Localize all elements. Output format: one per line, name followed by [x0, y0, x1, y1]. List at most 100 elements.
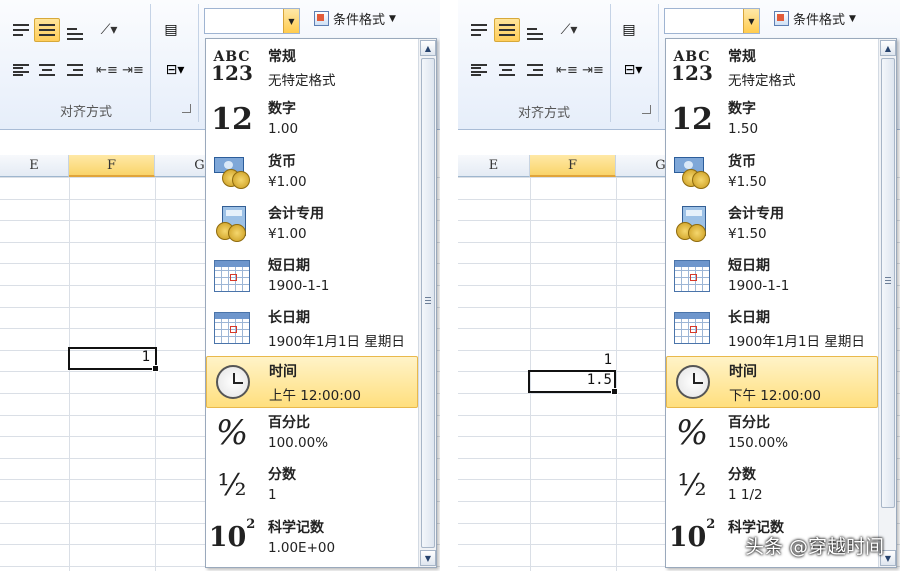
- format-option[interactable]: 会计专用 ¥1.00: [206, 199, 418, 251]
- number-format-dropdown[interactable]: ABC 123 常规 无特定格式 12 数字 1.50 货币 ¥1.50 会计专用 ¥1.50 短日…: [665, 38, 897, 568]
- format-option[interactable]: 12 数字 1.50: [666, 94, 878, 146]
- conditional-format-icon: [314, 11, 329, 26]
- format-sample: 1.50: [728, 121, 759, 138]
- format-option[interactable]: 短日期 1900-1-1: [666, 251, 878, 303]
- format-option[interactable]: 12 数字 1.00: [206, 94, 418, 146]
- column-header-f[interactable]: F: [530, 155, 616, 177]
- format-option[interactable]: 长日期 1900年1月1日 星期日: [206, 303, 418, 355]
- orientation-button[interactable]: ⟋▾: [556, 18, 582, 42]
- format-option[interactable]: ABC 123 常规 无特定格式: [206, 42, 418, 94]
- format-option[interactable]: 货币 ¥1.50: [666, 147, 878, 199]
- clock-icon: [213, 363, 253, 401]
- excel-window-right: ⟋▾ ⇤≡ ⇥≡ ▤ ⊟▾ 对齐方式 ▼ 条件格式 ▼ E F G 1 1.5 …: [458, 0, 900, 571]
- column-header-e[interactable]: E: [458, 155, 530, 177]
- format-option[interactable]: 货币 ¥1.00: [206, 147, 418, 199]
- format-option[interactable]: 102 科学记数 1.00E+00: [206, 513, 418, 565]
- conditional-format-icon: [774, 11, 789, 26]
- format-option[interactable]: 长日期 1900年1月1日 星期日: [666, 303, 878, 355]
- conditional-format-button[interactable]: 条件格式 ▼: [774, 9, 856, 28]
- conditional-format-button[interactable]: 条件格式 ▼: [314, 9, 396, 28]
- format-option[interactable]: 时间 上午 12:00:00: [206, 355, 418, 409]
- calendar-icon: [672, 309, 712, 347]
- percent-icon: %: [215, 413, 249, 454]
- format-option[interactable]: % 百分比 150.00%: [666, 408, 878, 460]
- format-name: 会计专用: [728, 205, 784, 222]
- grip-line: [885, 283, 891, 284]
- format-option[interactable]: 会计专用 ¥1.50: [666, 199, 878, 251]
- dialog-launcher-icon[interactable]: [642, 105, 651, 114]
- merge-center-button[interactable]: ⊟▾: [158, 58, 192, 82]
- align-bottom-button[interactable]: [522, 22, 548, 46]
- format-sample: 100.00%: [268, 435, 329, 452]
- format-sample: ¥1.50: [728, 173, 767, 190]
- number-format-dropdown[interactable]: ABC 123 常规 无特定格式 12 数字 1.00 货币 ¥1.00 会计专用 ¥1.00 短日…: [205, 38, 437, 568]
- chevron-down-icon: ▼: [389, 13, 396, 24]
- format-option[interactable]: ½ 分数 1 1/2: [666, 460, 878, 512]
- align-center-button[interactable]: [494, 58, 520, 82]
- wrap-text-button[interactable]: ▤: [616, 18, 642, 42]
- decrease-indent-button[interactable]: ⇤≡: [554, 58, 580, 82]
- scientific-icon: 102: [668, 517, 716, 554]
- number-format-combo[interactable]: ▼: [664, 8, 760, 34]
- conditional-format-label: 条件格式: [333, 13, 386, 28]
- format-sample: 1.00E+00: [268, 539, 336, 556]
- group-separator: [150, 4, 151, 122]
- grid-column-line: [69, 177, 70, 571]
- accounting-icon: [672, 205, 712, 243]
- format-name: 长日期: [268, 310, 310, 327]
- chevron-down-icon[interactable]: ▼: [283, 9, 299, 33]
- wrap-text-icon: ▤: [622, 22, 636, 38]
- format-sample: 1900-1-1: [268, 278, 330, 295]
- scroll-up-icon[interactable]: ▲: [880, 40, 896, 56]
- format-option[interactable]: 时间 下午 12:00:00: [666, 355, 878, 409]
- align-top-button[interactable]: [466, 18, 492, 42]
- align-left-button[interactable]: [8, 58, 34, 82]
- format-option[interactable]: ½ 分数 1: [206, 460, 418, 512]
- align-left-button[interactable]: [466, 58, 492, 82]
- column-header-f[interactable]: F: [69, 155, 155, 177]
- align-center-button[interactable]: [34, 58, 60, 82]
- format-sample: 无特定格式: [268, 73, 336, 89]
- format-option[interactable]: 短日期 1900-1-1: [206, 251, 418, 303]
- format-option[interactable]: % 百分比 100.00%: [206, 408, 418, 460]
- align-bottom-button[interactable]: [62, 22, 88, 46]
- dialog-launcher-icon[interactable]: [182, 104, 191, 113]
- chevron-down-icon[interactable]: ▼: [743, 9, 759, 33]
- number-format-combo[interactable]: ▼: [204, 8, 300, 34]
- excel-window-left: ⟋▾ ⇤≡ ⇥≡ ▤ ⊟▾ 对齐方式 ▼ 条件格式 ▼ E F G 1 ABC 1…: [0, 0, 440, 571]
- scroll-up-icon[interactable]: ▲: [420, 40, 436, 56]
- increase-indent-button[interactable]: ⇥≡: [580, 58, 606, 82]
- scroll-thumb[interactable]: [881, 58, 895, 508]
- wrap-text-button[interactable]: ▤: [158, 18, 184, 42]
- currency-icon: [672, 153, 712, 191]
- align-top-button[interactable]: [8, 18, 34, 42]
- grip-line: [885, 277, 891, 278]
- scroll-down-icon[interactable]: ▼: [420, 550, 436, 566]
- grip-line: [425, 300, 431, 301]
- orientation-button[interactable]: ⟋▾: [96, 18, 122, 42]
- align-right-button[interactable]: [522, 58, 548, 82]
- column-header-e[interactable]: E: [0, 155, 69, 177]
- merge-center-button[interactable]: ⊟▾: [616, 58, 650, 82]
- increase-indent-button[interactable]: ⇥≡: [120, 58, 146, 82]
- decrease-indent-icon: ⇤≡: [96, 62, 118, 78]
- format-option[interactable]: ABC 123 常规 无特定格式: [666, 42, 878, 94]
- align-middle-button[interactable]: [494, 18, 520, 42]
- scrollbar[interactable]: ▲ ▼: [878, 39, 896, 567]
- fraction-icon: ½: [677, 467, 707, 503]
- align-right-button[interactable]: [62, 58, 88, 82]
- group-separator: [610, 4, 611, 122]
- chevron-down-icon: ▼: [849, 13, 856, 24]
- scrollbar[interactable]: ▲ ▼: [418, 39, 436, 567]
- decrease-indent-icon: ⇤≡: [556, 62, 578, 78]
- format-name: 百分比: [268, 415, 310, 432]
- align-middle-button[interactable]: [34, 18, 60, 42]
- currency-icon: [212, 153, 252, 191]
- format-sample: 1900-1-1: [728, 278, 790, 295]
- orientation-icon: ⟋▾: [560, 22, 578, 38]
- decrease-indent-button[interactable]: ⇤≡: [94, 58, 120, 82]
- format-name: 长日期: [728, 310, 770, 327]
- format-list: ABC 123 常规 无特定格式 12 数字 1.50 货币 ¥1.50 会计专用 ¥1.50 短日…: [666, 42, 878, 565]
- scroll-thumb[interactable]: [421, 58, 435, 548]
- alignment-group-label: 对齐方式: [518, 106, 571, 121]
